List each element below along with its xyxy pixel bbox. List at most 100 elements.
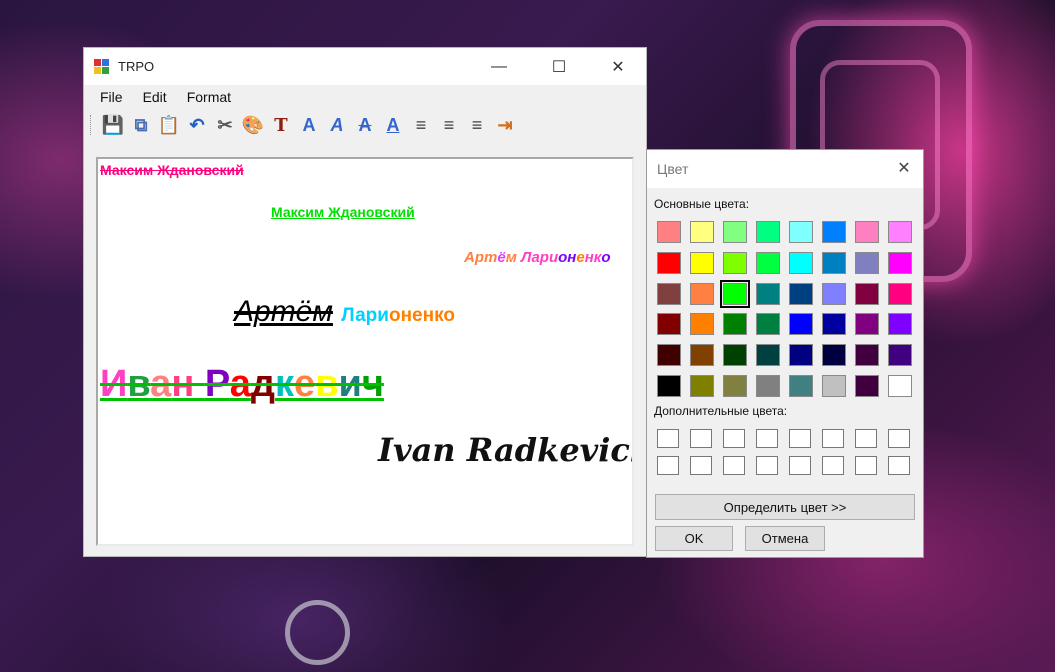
editor-line-2: Максим Ждановский [271,204,415,220]
basic-color-swatch[interactable] [690,374,714,397]
custom-color-swatch[interactable] [822,456,844,475]
bold-button[interactable]: A [295,112,323,138]
basic-color-swatch[interactable] [855,221,879,243]
rich-text-editor[interactable]: Максим Ждановский Максим Ждановский Артё… [96,157,634,546]
basic-color-swatch[interactable] [888,221,912,243]
basic-color-swatch[interactable] [756,344,780,367]
cancel-button[interactable]: Отмена [745,526,825,551]
basic-color-swatch[interactable] [888,251,912,274]
custom-color-swatch[interactable] [723,429,745,448]
basic-color-swatch[interactable] [720,279,750,308]
basic-color-swatch[interactable] [789,282,813,305]
basic-color-swatch[interactable] [657,344,681,367]
basic-color-swatch[interactable] [822,282,846,305]
copy-button[interactable]: ⧉ [127,112,155,138]
basic-color-swatch[interactable] [888,313,912,336]
basic-color-swatch[interactable] [888,344,912,367]
basic-color-swatch[interactable] [690,221,714,243]
custom-color-swatch[interactable] [657,456,679,475]
basic-color-swatch[interactable] [756,282,780,305]
title-bar[interactable]: TRPO — ☐ ✕ [84,48,646,85]
basic-color-swatch[interactable] [855,313,879,336]
basic-color-swatch[interactable] [723,344,747,367]
dialog-title-bar[interactable]: Цвет ✕ [647,150,923,188]
basic-color-swatch[interactable] [789,374,813,397]
exit-icon: ⇥ [497,114,513,135]
basic-color-swatch[interactable] [690,251,714,274]
underline-button[interactable]: A [379,112,407,138]
basic-color-swatch[interactable] [657,282,681,305]
align-left-icon: ≡ [415,114,427,135]
custom-color-swatch[interactable] [888,456,910,475]
align-center-button[interactable]: ≡ [435,112,463,138]
paste-button[interactable]: 📋 [155,112,183,138]
color-dialog: Цвет ✕ Основные цвета: Дополнительные цв… [646,149,924,558]
define-custom-color-button[interactable]: Определить цвет >> [655,494,915,520]
exit-button[interactable]: ⇥ [491,112,519,138]
basic-color-swatch[interactable] [723,251,747,274]
basic-color-swatch[interactable] [789,251,813,274]
ok-button[interactable]: OK [655,526,733,551]
basic-color-swatch[interactable] [690,313,714,336]
palette-button[interactable]: 🎨 [239,112,267,138]
font-button[interactable]: T [267,112,295,138]
basic-color-swatch[interactable] [888,282,912,305]
basic-color-swatch[interactable] [888,374,912,397]
basic-color-swatch[interactable] [789,221,813,243]
menu-edit[interactable]: Edit [133,89,177,105]
basic-color-swatch[interactable] [855,251,879,274]
basic-color-swatch[interactable] [756,251,780,274]
menu-format[interactable]: Format [177,89,241,105]
basic-color-swatch[interactable] [789,313,813,336]
basic-color-swatch[interactable] [657,251,681,274]
basic-color-swatch[interactable] [756,221,780,243]
basic-color-swatch[interactable] [822,313,846,336]
basic-color-swatch[interactable] [690,344,714,367]
basic-color-swatch[interactable] [723,313,747,336]
text-run: о [601,249,611,266]
basic-color-swatch[interactable] [756,313,780,336]
strikethrough-button[interactable]: A [351,112,379,138]
editor-line-3: Артём Ларионенко [464,249,611,266]
custom-color-swatch[interactable] [789,429,811,448]
custom-color-swatch[interactable] [657,429,679,448]
basic-color-swatch[interactable] [822,344,846,367]
basic-color-swatch[interactable] [657,313,681,336]
custom-color-swatch[interactable] [888,429,910,448]
undo-button[interactable]: ↶ [183,112,211,138]
basic-color-swatch[interactable] [657,221,681,243]
basic-color-swatch[interactable] [855,344,879,367]
toolbar-grip[interactable] [90,115,94,135]
custom-color-swatch[interactable] [723,456,745,475]
custom-color-swatch[interactable] [690,429,712,448]
align-right-button[interactable]: ≡ [463,112,491,138]
text-run: д [250,363,275,405]
dialog-close-button[interactable]: ✕ [893,157,915,179]
custom-color-swatch[interactable] [855,456,877,475]
save-button[interactable]: 💾 [99,112,127,138]
align-left-button[interactable]: ≡ [407,112,435,138]
maximize-button[interactable]: ☐ [536,48,582,85]
custom-color-swatch[interactable] [789,456,811,475]
basic-color-swatch[interactable] [657,374,681,397]
basic-color-swatch[interactable] [756,374,780,397]
basic-color-swatch[interactable] [855,282,879,305]
close-button[interactable]: ✕ [595,48,641,85]
custom-color-swatch[interactable] [756,429,778,448]
basic-color-swatch[interactable] [855,374,879,397]
basic-color-swatch[interactable] [822,221,846,243]
basic-color-swatch[interactable] [723,374,747,397]
basic-color-swatch[interactable] [723,221,747,243]
basic-color-swatch[interactable] [822,374,846,397]
menu-file[interactable]: File [90,89,133,105]
basic-color-swatch[interactable] [822,251,846,274]
basic-color-swatch[interactable] [789,344,813,367]
custom-color-swatch[interactable] [690,456,712,475]
italic-button[interactable]: A [323,112,351,138]
minimize-button[interactable]: — [476,48,522,85]
basic-color-swatch[interactable] [690,282,714,305]
custom-color-swatch[interactable] [822,429,844,448]
custom-color-swatch[interactable] [756,456,778,475]
cut-button[interactable]: ✂ [211,112,239,138]
custom-color-swatch[interactable] [855,429,877,448]
